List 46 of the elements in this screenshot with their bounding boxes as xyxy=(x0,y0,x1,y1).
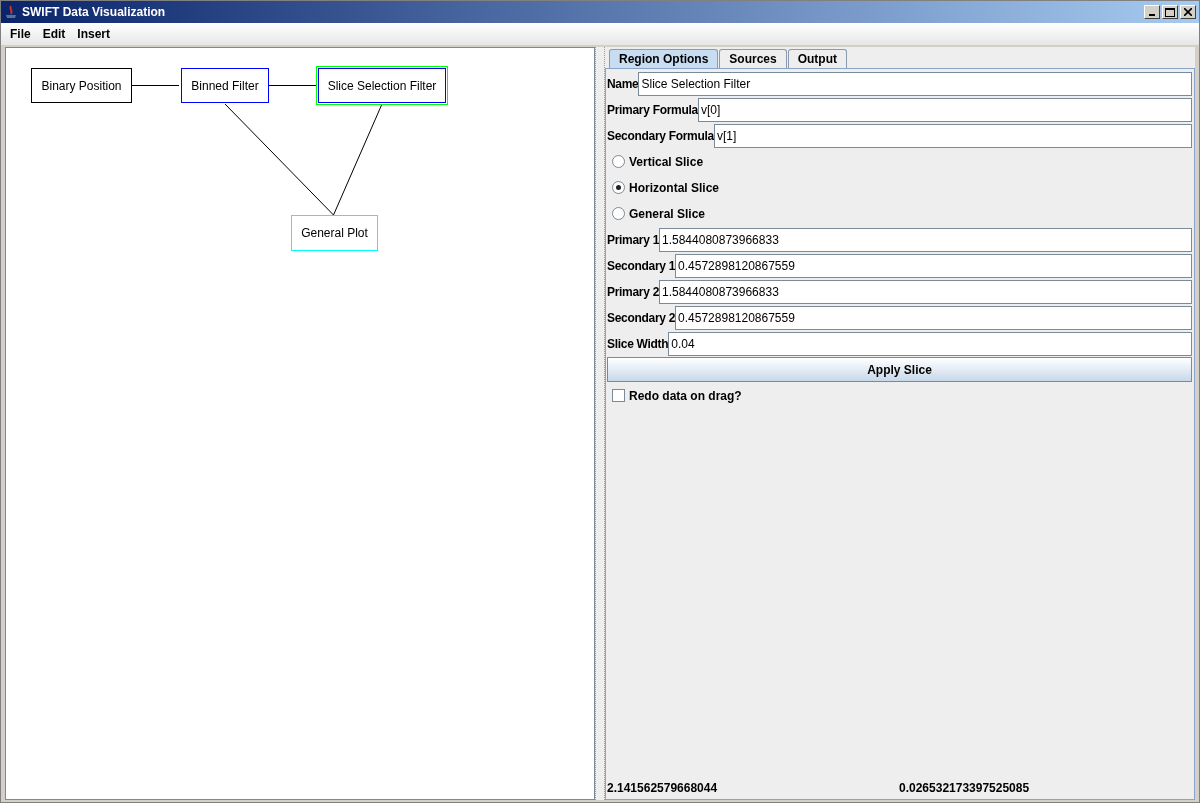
apply-button[interactable]: Apply Slice xyxy=(607,357,1192,382)
input-field[interactable]: 0.04 xyxy=(668,331,1192,356)
menu-item[interactable]: Edit xyxy=(42,27,66,41)
radio-button[interactable] xyxy=(612,181,625,194)
input-field[interactable]: v[0] xyxy=(697,97,1192,122)
menu-item[interactable]: File xyxy=(10,27,31,41)
diagram-node[interactable]: General Plot xyxy=(291,215,378,251)
field-label: Primary Formula xyxy=(607,102,698,117)
connector-line xyxy=(131,85,180,86)
connector-line xyxy=(268,85,317,86)
radio-option[interactable]: Vertical Slice xyxy=(607,149,1192,174)
diagram-node[interactable]: Binary Position xyxy=(31,68,132,103)
checkbox[interactable] xyxy=(612,389,625,402)
field-label: Name xyxy=(607,76,639,91)
tab[interactable]: Output xyxy=(787,49,847,68)
diagram-node[interactable]: Slice Selection Filter xyxy=(316,66,448,105)
input-field[interactable]: 1.5844080873966833 xyxy=(659,227,1192,252)
maximize-button[interactable] xyxy=(1162,5,1178,19)
radio-option[interactable]: Horizontal Slice xyxy=(607,175,1192,200)
radio-option[interactable]: General Slice xyxy=(607,201,1192,226)
status-value: 0.026532173397525085 xyxy=(899,781,1030,795)
input-field[interactable]: 0.4572898120867559 xyxy=(675,305,1192,330)
status-value: 2.141562579668044 xyxy=(607,781,719,795)
input-field[interactable]: 1.5844080873966833 xyxy=(659,279,1192,304)
minimize-button[interactable] xyxy=(1144,5,1160,19)
close-button[interactable] xyxy=(1180,5,1196,19)
input-field[interactable]: 0.4572898120867559 xyxy=(675,253,1192,278)
radio-button[interactable] xyxy=(612,207,625,220)
field-label: Secondary 1 xyxy=(607,258,676,273)
menu-item[interactable]: Insert xyxy=(77,27,111,41)
field-label: Secondary Formula xyxy=(607,128,714,143)
field-label: Slice Width xyxy=(607,336,669,351)
close-icon xyxy=(1184,8,1192,16)
input-field[interactable]: v[1] xyxy=(713,123,1192,148)
radio-button[interactable] xyxy=(612,155,625,168)
maximize-icon xyxy=(1165,7,1175,17)
field-label: Secondary 2 xyxy=(607,310,676,325)
diagram-node[interactable]: Binned Filter xyxy=(181,68,269,103)
window-title: SWIFT Data Visualization xyxy=(22,5,167,19)
checkbox-option[interactable]: Redo data on drag? xyxy=(607,383,1192,408)
app-icon xyxy=(4,5,18,19)
field-label: Primary 1 xyxy=(607,232,659,247)
input-field[interactable]: Slice Selection Filter xyxy=(638,71,1192,96)
tab[interactable]: Sources xyxy=(719,49,787,68)
tab[interactable]: Region Options xyxy=(609,49,719,68)
field-label: Primary 2 xyxy=(607,284,659,299)
